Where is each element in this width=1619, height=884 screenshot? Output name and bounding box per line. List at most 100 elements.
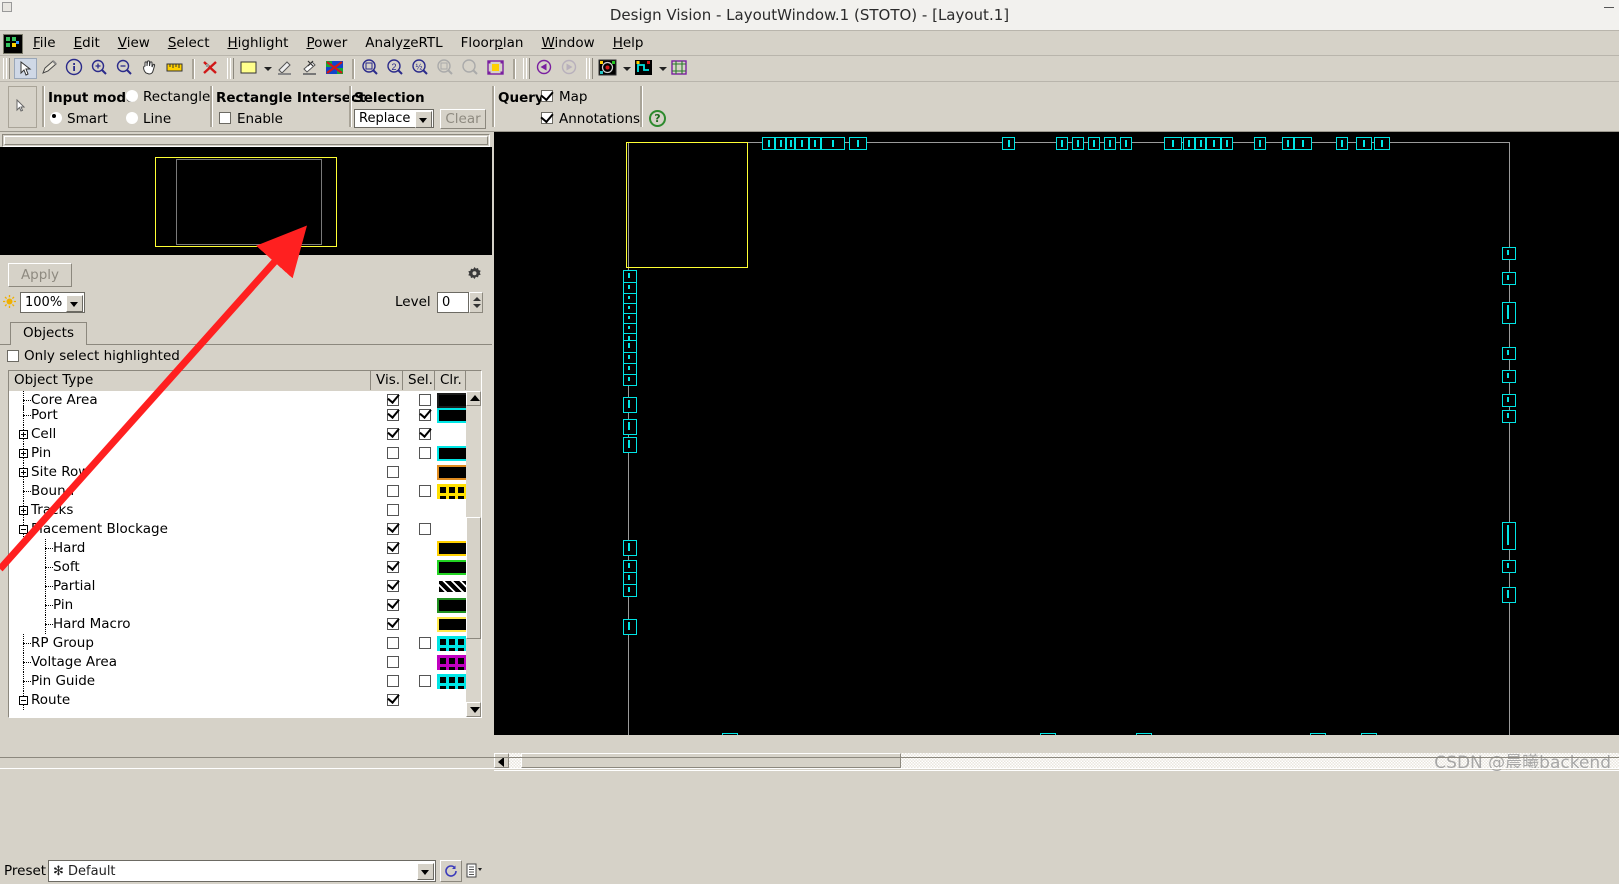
port-marker-left[interactable]: [623, 437, 637, 453]
port-marker-right[interactable]: [1502, 410, 1516, 423]
table-row[interactable]: Core Area: [9, 391, 481, 410]
port-marker-top[interactable]: [1221, 137, 1233, 150]
cursor-mode-box[interactable]: [8, 86, 37, 128]
back-icon[interactable]: [534, 58, 557, 79]
visible-checkbox[interactable]: [387, 394, 399, 406]
visible-checkbox[interactable]: [387, 599, 399, 611]
port-marker-left[interactable]: [623, 540, 637, 556]
menu-view[interactable]: View: [109, 31, 159, 55]
tree-expand-icon[interactable]: [19, 449, 28, 458]
table-row[interactable]: Route: [9, 691, 481, 710]
chevron-down-icon[interactable]: [415, 111, 432, 128]
zoom-fit-icon[interactable]: [360, 58, 383, 79]
preset-select[interactable]: ✻ Default: [48, 860, 436, 882]
port-marker-right[interactable]: [1502, 347, 1516, 360]
port-marker-top[interactable]: [795, 137, 809, 150]
selectable-checkbox[interactable]: [419, 428, 431, 440]
highlight-pen-icon[interactable]: [274, 58, 297, 79]
table-row[interactable]: Pin: [9, 596, 481, 615]
table-row[interactable]: Tracks: [9, 501, 481, 520]
object-grid-vscrollbar[interactable]: [466, 391, 481, 717]
port-marker-top[interactable]: [1356, 137, 1372, 150]
view-settings-dropdown-icon[interactable]: [621, 58, 632, 79]
visible-checkbox[interactable]: [387, 409, 399, 421]
port-marker-right[interactable]: [1502, 587, 1516, 603]
column-visible[interactable]: Vis.: [371, 371, 403, 390]
table-row[interactable]: Partial: [9, 577, 481, 596]
pan-hand-icon[interactable]: [139, 58, 162, 79]
visible-checkbox[interactable]: [387, 637, 399, 649]
menu-help[interactable]: Help: [604, 31, 653, 55]
tab-objects[interactable]: Objects: [10, 322, 88, 345]
zoom-area-icon[interactable]: [485, 58, 508, 79]
toolbar-grip-1[interactable]: [3, 58, 10, 79]
port-marker-top[interactable]: [1374, 137, 1390, 150]
visible-checkbox[interactable]: [387, 675, 399, 687]
only-select-highlighted-checkbox[interactable]: [7, 350, 19, 362]
visible-checkbox[interactable]: [387, 542, 399, 554]
port-marker-top[interactable]: [786, 137, 795, 150]
visible-checkbox[interactable]: [387, 466, 399, 478]
minimap[interactable]: [0, 147, 492, 255]
query-annotations-checkbox[interactable]: [541, 112, 553, 124]
port-marker-left[interactable]: [623, 374, 637, 386]
route-dropdown-icon[interactable]: [657, 58, 668, 79]
port-marker-top[interactable]: [1282, 137, 1294, 150]
port-marker-top[interactable]: [1164, 137, 1182, 150]
toolbar-grip-3[interactable]: [523, 58, 530, 79]
pencil-icon[interactable]: [39, 58, 62, 79]
forward-icon[interactable]: [559, 58, 582, 79]
visible-checkbox[interactable]: [387, 447, 399, 459]
visible-checkbox[interactable]: [387, 656, 399, 668]
zoom-out-icon[interactable]: [114, 58, 137, 79]
tree-collapse-icon[interactable]: [19, 525, 28, 534]
port-marker-top[interactable]: [1294, 137, 1312, 150]
menu-window[interactable]: Window: [532, 31, 603, 55]
visible-checkbox[interactable]: [387, 580, 399, 592]
placement-blockage-rect[interactable]: [626, 142, 748, 268]
column-color[interactable]: Clr.: [435, 371, 466, 390]
input-mode-line-radio[interactable]: [126, 112, 138, 124]
toolbar-grip-2[interactable]: [227, 58, 234, 79]
clear-highlight-icon[interactable]: [200, 58, 223, 79]
column-selectable[interactable]: Sel.: [403, 371, 435, 390]
port-marker-right[interactable]: [1502, 272, 1516, 285]
selectable-checkbox[interactable]: [419, 675, 431, 687]
port-marker-top[interactable]: [849, 137, 867, 150]
apply-button[interactable]: Apply: [8, 263, 72, 287]
port-marker-right[interactable]: [1502, 302, 1516, 324]
port-marker-left[interactable]: [623, 397, 637, 413]
port-marker-top[interactable]: [1254, 137, 1266, 150]
visible-checkbox[interactable]: [387, 694, 399, 706]
port-marker-top[interactable]: [762, 137, 775, 150]
color-swatch-icon[interactable]: [238, 58, 261, 79]
zoom-in-icon[interactable]: [89, 58, 112, 79]
selection-mode-select[interactable]: Replace: [354, 109, 434, 128]
zoom-percent-select[interactable]: 100%: [20, 292, 85, 313]
menu-edit[interactable]: Edit: [65, 31, 109, 55]
menu-floorplan[interactable]: Floorplan: [452, 31, 533, 55]
view-settings-icon[interactable]: [597, 58, 620, 79]
preset-reload-button[interactable]: [440, 860, 462, 882]
port-marker-top[interactable]: [821, 137, 845, 150]
preset-list-button[interactable]: [464, 860, 488, 882]
port-marker-right[interactable]: [1502, 247, 1516, 260]
selectable-checkbox[interactable]: [419, 485, 431, 497]
table-row[interactable]: Bound: [9, 482, 481, 501]
table-row[interactable]: Port: [9, 406, 481, 425]
window-minimize-button[interactable]: [1601, 2, 1617, 14]
table-row[interactable]: Site Row: [9, 463, 481, 482]
query-map-checkbox[interactable]: [541, 90, 553, 102]
table-row[interactable]: Cell: [9, 425, 481, 444]
selectable-checkbox[interactable]: [419, 409, 431, 421]
menu-file[interactable]: File: [24, 31, 65, 55]
ruler-icon[interactable]: [164, 58, 187, 79]
port-marker-bottom[interactable]: [1361, 733, 1377, 735]
input-mode-smart-radio[interactable]: [50, 112, 62, 124]
port-marker-right[interactable]: [1502, 370, 1516, 383]
selectable-checkbox[interactable]: [419, 447, 431, 459]
visible-checkbox[interactable]: [387, 504, 399, 516]
visible-checkbox[interactable]: [387, 485, 399, 497]
table-row[interactable]: Pin: [9, 444, 481, 463]
info-icon[interactable]: [64, 58, 87, 79]
